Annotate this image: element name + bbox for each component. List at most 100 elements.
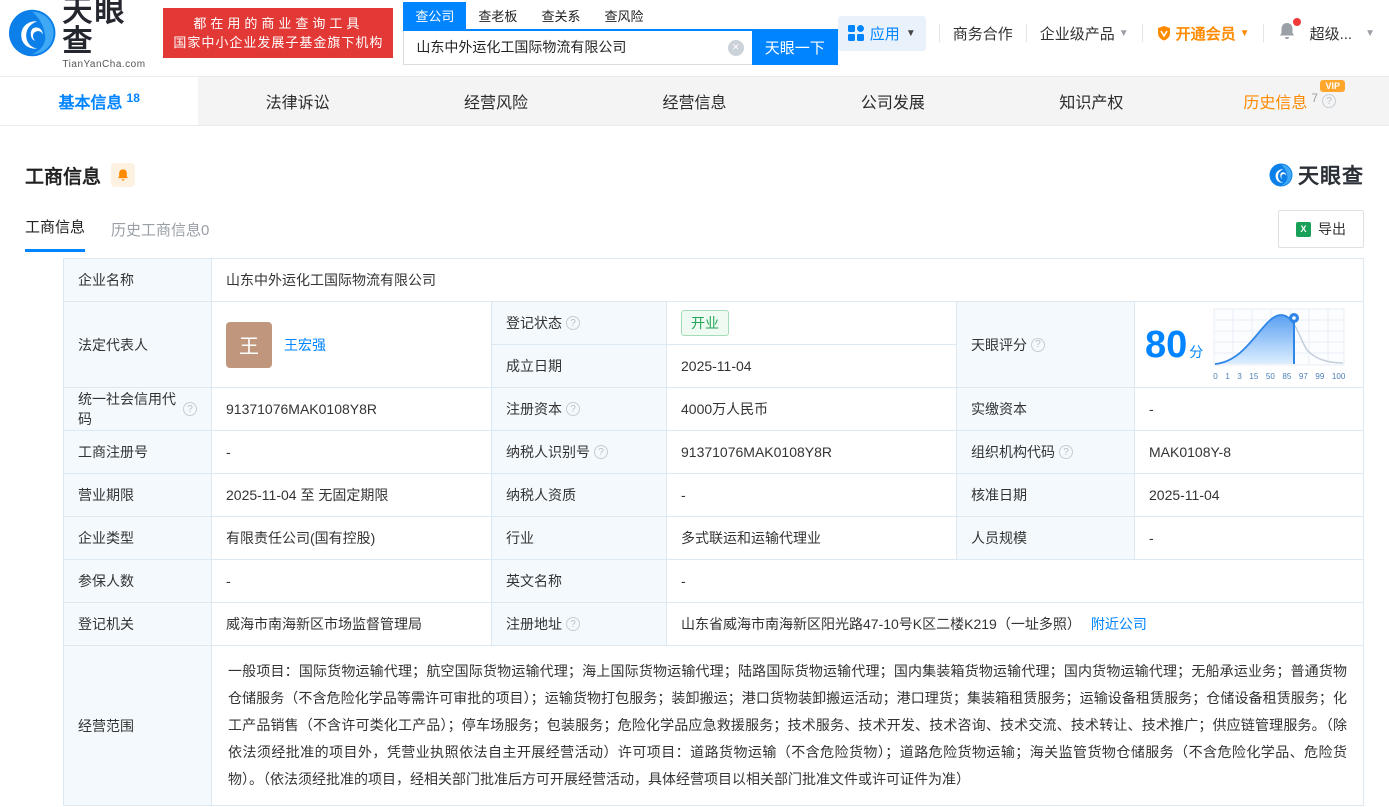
tab-development-label: 公司发展: [860, 95, 925, 112]
industry-label: 行业: [492, 517, 667, 560]
apps-grid-icon: [847, 25, 864, 41]
status-badge: 开业: [681, 310, 729, 336]
reg-address-label: 注册地址 ?: [492, 603, 667, 646]
nav-open-vip[interactable]: 开通会员 ▼: [1156, 23, 1250, 44]
search-tab-boss[interactable]: 查老板: [466, 2, 529, 29]
reg-status-label: 登记状态 ?: [492, 302, 667, 345]
chevron-down-icon: ▼: [905, 27, 916, 39]
taxpayer-quality-label: 纳税人资质: [492, 474, 667, 517]
export-label: 导出: [1318, 221, 1346, 237]
tab-operational-risk[interactable]: 经营风险: [397, 77, 595, 125]
table-row: 统一社会信用代码 ? 91371076MAK0108Y8R 注册资本 ? 400…: [64, 388, 1363, 431]
table-row: 参保人数 - 英文名称 -: [64, 560, 1363, 603]
taxpayer-id-value: 91371076MAK0108Y8R: [667, 431, 957, 474]
help-icon[interactable]: ?: [594, 445, 608, 459]
subtab-business-info[interactable]: 工商信息: [25, 216, 86, 252]
vip-crown-icon: [1157, 26, 1170, 41]
org-code-label: 组织机构代码 ?: [957, 431, 1135, 474]
tab-risk-label: 经营风险: [464, 95, 529, 112]
table-row: 营业期限 2025-11-04 至 无固定期限 纳税人资质 - 核准日期 202…: [64, 474, 1363, 517]
logo-text-en: TianYanCha.com: [62, 58, 146, 70]
legal-rep-link[interactable]: 王宏强: [284, 335, 326, 355]
reg-status-value: 开业: [667, 302, 957, 345]
chevron-down-icon: ▼: [1239, 27, 1250, 39]
search-tab-company[interactable]: 查公司: [403, 1, 467, 29]
search-button[interactable]: 天眼一下: [751, 30, 838, 65]
help-icon[interactable]: ?: [1322, 94, 1337, 108]
help-icon[interactable]: ?: [183, 402, 197, 416]
approval-date-value: 2025-11-04: [1135, 474, 1363, 517]
promo-line1: 都在用的商业查询工具: [193, 16, 364, 31]
nav-user-account[interactable]: 超级...: [1310, 23, 1353, 44]
nav-apps[interactable]: 应用 ▼: [837, 15, 926, 51]
legal-rep-value: 王 王宏强: [212, 302, 492, 388]
tab-basic-info[interactable]: 基本信息 18: [0, 77, 199, 125]
help-icon[interactable]: ?: [1031, 337, 1045, 352]
table-row: 经营范围 一般项目：国际货物运输代理；航空国际货物运输代理；海上国际货物运输代理…: [64, 646, 1363, 805]
nav-business-cooperation[interactable]: 商务合作: [953, 23, 1013, 44]
reg-capital-label: 注册资本 ?: [492, 388, 667, 431]
help-icon[interactable]: ?: [566, 617, 580, 631]
promo-line2: 国家中小企业发展子基金旗下机构: [173, 35, 384, 50]
tab-legal-proceedings[interactable]: 法律诉讼: [198, 77, 396, 125]
tab-history-info[interactable]: VIP 历史信息 7 ?: [1191, 77, 1389, 125]
nav-open-vip-label: 开通会员: [1175, 25, 1236, 43]
reg-status-label-text: 登记状态: [506, 315, 562, 331]
search-tab-risk[interactable]: 查风险: [592, 2, 655, 29]
tianyancha-logo-icon: [8, 9, 56, 57]
credit-code-label: 统一社会信用代码 ?: [64, 388, 212, 431]
business-registration-section: 工商信息 天眼查 工商信息 历史工商信息0 X 导出 企业名称 山东中外运化工国…: [0, 160, 1389, 806]
business-scope-value: 一般项目：国际货物运输代理；航空国际货物运输代理；海上国际货物运输代理；陆路国际…: [228, 663, 1347, 787]
paid-capital-label: 实缴资本: [957, 388, 1135, 431]
credit-code-value: 91371076MAK0108Y8R: [212, 388, 492, 431]
divider: [1025, 24, 1027, 42]
company-name-value: 山东中外运化工国际物流有限公司: [212, 259, 1363, 302]
business-info-table: 企业名称 山东中外运化工国际物流有限公司 法定代表人 王 王宏强 登记状态 ? …: [63, 258, 1364, 806]
legal-rep-label: 法定代表人: [64, 302, 212, 388]
subscribe-bell-icon[interactable]: [111, 163, 136, 187]
business-term-label: 营业期限: [64, 474, 212, 517]
tab-history-label: 历史信息: [1243, 95, 1308, 112]
subtab-history-business-info[interactable]: 历史工商信息0: [111, 219, 209, 252]
score-label: 天眼评分 ?: [957, 302, 1135, 388]
clear-search-icon[interactable]: ✕: [727, 39, 744, 56]
reg-number-label: 工商注册号: [64, 431, 212, 474]
approval-date-label: 核准日期: [957, 474, 1135, 517]
vip-badge: VIP: [1320, 80, 1345, 92]
tianyancha-watermark: 天眼查: [1269, 160, 1364, 190]
tab-business-info[interactable]: 经营信息: [595, 77, 793, 125]
notification-bell-icon[interactable]: [1277, 18, 1301, 45]
export-button[interactable]: X 导出: [1278, 210, 1364, 248]
tab-legal-label: 法律诉讼: [265, 95, 330, 112]
help-icon[interactable]: ?: [1059, 445, 1073, 459]
help-icon[interactable]: ?: [566, 316, 580, 330]
tianyancha-logo[interactable]: 天眼查 TianYanCha.com: [8, 0, 155, 70]
staff-size-label: 人员规模: [957, 517, 1135, 560]
search-input[interactable]: [403, 30, 752, 65]
reg-authority-value: 威海市南海新区市场监督管理局: [212, 603, 492, 646]
nav-enterprise-products[interactable]: 企业级产品 ▼: [1040, 23, 1129, 44]
table-row: 登记机关 威海市南海新区市场监督管理局 注册地址 ? 山东省威海市南海新区阳光路…: [64, 603, 1363, 646]
chevron-down-icon[interactable]: ▼: [1365, 28, 1375, 39]
tab-history-count: 7: [1311, 91, 1319, 105]
help-icon[interactable]: ?: [566, 402, 580, 416]
score-chart-ticks: 0 1 3 15 50 85 97 99 100: [1213, 372, 1346, 381]
divider: [1141, 24, 1143, 42]
reg-address-label-text: 注册地址: [506, 616, 562, 632]
credit-code-label-text: 统一社会信用代码: [78, 391, 176, 427]
establish-date-value: 2025-11-04: [667, 345, 957, 388]
taxpayer-quality-value: -: [667, 474, 957, 517]
tab-ip-label: 知识产权: [1059, 95, 1124, 112]
tab-intellectual-property[interactable]: 知识产权: [992, 77, 1190, 125]
table-row: 企业类型 有限责任公司(国有控股) 行业 多式联运和运输代理业 人员规模 -: [64, 517, 1363, 560]
tab-company-development[interactable]: 公司发展: [794, 77, 992, 125]
divider: [1262, 24, 1264, 42]
insured-count-value: -: [212, 560, 492, 603]
avatar[interactable]: 王: [226, 321, 272, 368]
tianyancha-watermark-icon: [1269, 163, 1293, 187]
insured-count-label: 参保人数: [64, 560, 212, 603]
divider: [938, 24, 940, 42]
search-tab-relation[interactable]: 查关系: [529, 2, 592, 29]
nearby-companies-link[interactable]: 附近公司: [1091, 614, 1147, 634]
logo-text-cn: 天眼查: [62, 0, 127, 58]
